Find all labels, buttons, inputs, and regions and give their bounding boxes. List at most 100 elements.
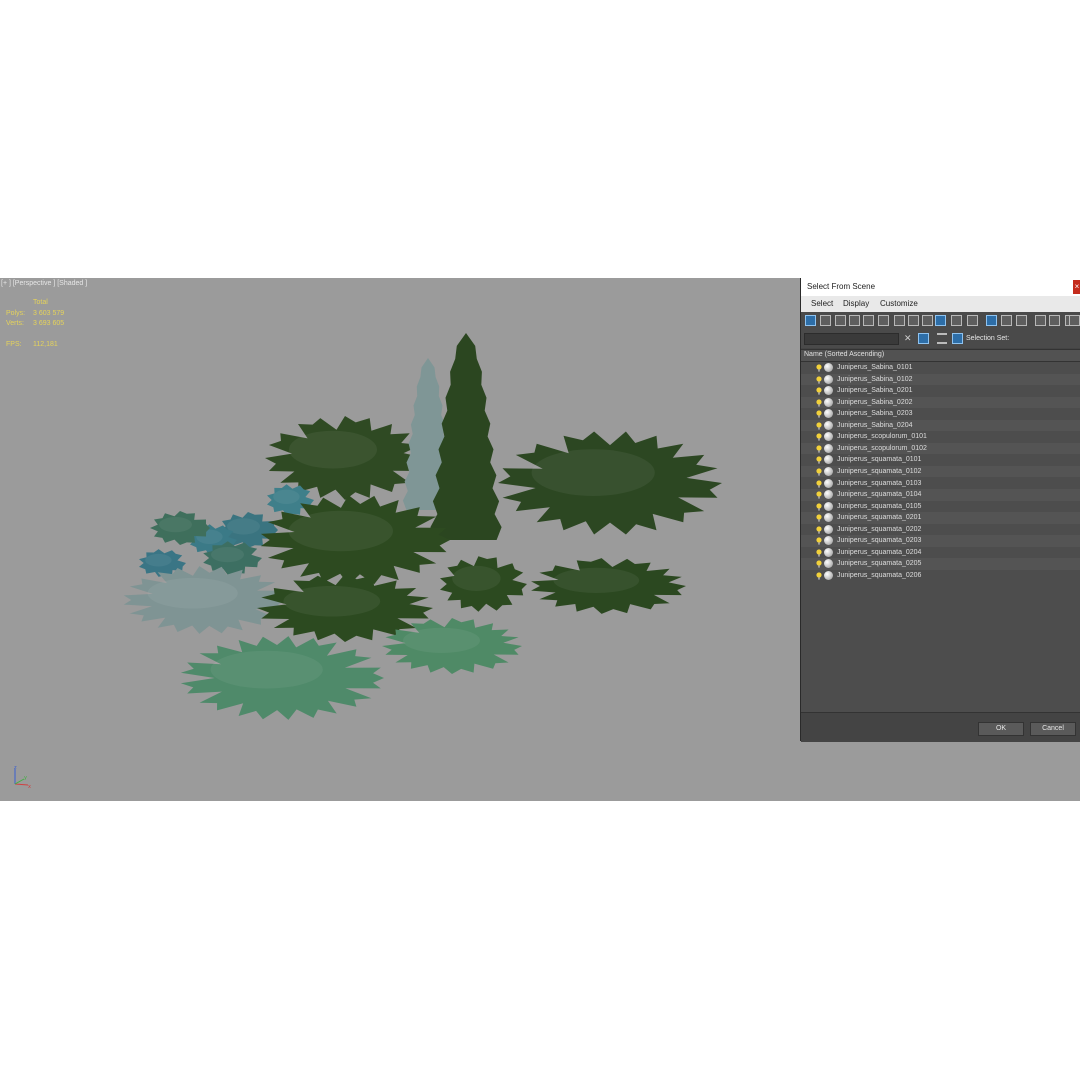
display-containers-icon[interactable] (935, 315, 946, 326)
display-cameras-icon[interactable] (849, 315, 860, 326)
display-all-icon[interactable] (986, 315, 997, 326)
layers-icon[interactable] (937, 333, 947, 344)
light-bulb-icon[interactable] (816, 422, 822, 430)
stats-header: Total (33, 299, 48, 306)
list-item[interactable]: Juniperus_squamata_0202 (801, 524, 1080, 536)
list-item-label: Juniperus_scopulorum_0102 (837, 444, 927, 452)
list-item[interactable]: Juniperus_squamata_0103 (801, 478, 1080, 490)
list-item-label: Juniperus_Sabina_0201 (837, 387, 913, 395)
list-item[interactable]: Juniperus_squamata_0105 (801, 501, 1080, 513)
light-bulb-icon[interactable] (816, 468, 822, 476)
menu-select[interactable]: Select (811, 299, 833, 308)
object-icon (824, 513, 833, 523)
light-bulb-icon[interactable] (816, 433, 822, 441)
list-item[interactable]: Juniperus_squamata_0104 (801, 489, 1080, 501)
display-helpers-icon[interactable] (863, 315, 874, 326)
list-item-label: Juniperus_squamata_0204 (837, 548, 922, 556)
list-item[interactable]: Juniperus_squamata_0203 (801, 535, 1080, 547)
display-frozen-icon[interactable] (951, 315, 962, 326)
axis-y-label: y (24, 775, 27, 781)
fps-value: 112,181 (33, 340, 58, 348)
object-icon (824, 409, 833, 419)
list-item[interactable]: Juniperus_Sabina_0203 (801, 408, 1080, 420)
display-spacewarps-icon[interactable] (878, 315, 889, 326)
axis-gizmo-icon: z x y (14, 765, 31, 790)
dialog-title: Select From Scene (807, 282, 876, 291)
display-hidden-icon[interactable] (967, 315, 978, 326)
light-bulb-icon[interactable] (816, 410, 822, 418)
light-bulb-icon[interactable] (816, 502, 822, 511)
display-shapes-icon[interactable] (820, 315, 831, 326)
search-input[interactable] (804, 333, 899, 345)
stats-overlay: Total Polys: 3 603 579 Verts: 3 693 605 FP… (6, 299, 96, 351)
light-bulb-icon[interactable] (816, 537, 822, 545)
list-item-label: Juniperus_Sabina_0204 (837, 421, 913, 429)
selection-set-icon[interactable] (952, 333, 963, 344)
ok-button[interactable]: OK (978, 722, 1024, 736)
list-item[interactable]: Juniperus_scopulorum_0101 (801, 431, 1080, 443)
light-bulb-icon[interactable] (816, 445, 822, 453)
viewport[interactable]: [+ ] [Perspective ] [Shaded ] Total Poly… (0, 278, 1080, 801)
cancel-button[interactable]: Cancel (1030, 722, 1076, 736)
list-item[interactable]: Juniperus_squamata_0204 (801, 547, 1080, 559)
display-geometry-icon[interactable] (805, 315, 816, 326)
menu-customize[interactable]: Customize (880, 299, 918, 308)
polys-value: 3 603 579 (33, 309, 65, 317)
list-item[interactable]: Juniperus_squamata_0205 (801, 558, 1080, 570)
display-xrefs-icon[interactable] (908, 315, 919, 326)
viewport-label[interactable]: [+ ] [Perspective ] [Shaded ] (1, 280, 87, 287)
display-children-icon[interactable] (1035, 315, 1046, 326)
light-bulb-icon[interactable] (816, 560, 822, 568)
list-item[interactable]: Juniperus_Sabina_0204 (801, 419, 1080, 432)
display-lights-icon[interactable] (835, 315, 846, 326)
list-item[interactable]: Juniperus_Sabina_0102 (801, 373, 1080, 386)
shrub-sabina-light-front-left (180, 636, 384, 720)
display-none-icon[interactable] (1001, 315, 1012, 326)
list-item[interactable]: Juniperus_squamata_0201 (801, 512, 1080, 524)
selection-set-label: Selection Set: (966, 335, 1010, 342)
object-icon (824, 547, 833, 557)
light-bulb-icon[interactable] (816, 456, 822, 464)
search-row: ✕ Selection Set: (801, 330, 1080, 348)
light-bulb-icon[interactable] (816, 399, 822, 407)
list-item-label: Juniperus_squamata_0101 (837, 456, 922, 464)
filter-icon[interactable] (1049, 315, 1060, 326)
light-bulb-icon[interactable] (816, 572, 822, 580)
scene-object-list[interactable]: Juniperus_Sabina_0101 Juniperus_Sabina_01… (801, 362, 1080, 712)
list-item-label: Juniperus_squamata_0105 (837, 502, 922, 510)
display-invert-icon[interactable] (1016, 315, 1027, 326)
list-item[interactable]: Juniperus_squamata_0101 (801, 454, 1080, 466)
list-item[interactable]: Juniperus_Sabina_0202 (801, 396, 1080, 409)
close-button[interactable]: × (1073, 280, 1080, 294)
list-item[interactable]: Juniperus_squamata_0206 (801, 570, 1080, 582)
columns-icon[interactable] (1069, 315, 1080, 326)
object-icon (824, 524, 833, 534)
list-item-label: Juniperus_Sabina_0101 (837, 364, 913, 371)
light-bulb-icon[interactable] (816, 479, 822, 488)
list-item[interactable]: Juniperus_Sabina_0101 (801, 362, 1080, 374)
light-bulb-icon[interactable] (816, 526, 822, 534)
list-item[interactable]: Juniperus_Sabina_0201 (801, 385, 1080, 397)
list-item-label: Juniperus_squamata_0206 (837, 571, 922, 579)
object-icon (824, 501, 833, 511)
light-bulb-icon[interactable] (816, 514, 822, 522)
axis-x-label: x (28, 784, 31, 790)
list-item-label: Juniperus_squamata_0103 (837, 479, 922, 487)
object-icon (824, 397, 833, 407)
list-item[interactable]: Juniperus_scopulorum_0102 (801, 442, 1080, 455)
dialog-footer: OK Cancel (801, 712, 1080, 742)
light-bulb-icon[interactable] (816, 491, 822, 499)
display-bones-icon[interactable] (922, 315, 933, 326)
light-bulb-icon[interactable] (816, 375, 822, 384)
light-bulb-icon[interactable] (816, 387, 822, 395)
case-sensitive-icon[interactable] (918, 333, 929, 344)
display-groups-icon[interactable] (894, 315, 905, 326)
light-bulb-icon[interactable] (816, 549, 822, 557)
name-column-header[interactable]: Name (Sorted Ascending) (801, 349, 1080, 362)
dialog-title-bar[interactable]: Select From Scene × (801, 278, 1080, 296)
clear-search-icon[interactable]: ✕ (904, 333, 912, 344)
object-icon (824, 386, 833, 396)
menu-display[interactable]: Display (843, 299, 869, 308)
list-item[interactable]: Juniperus_squamata_0102 (801, 465, 1080, 478)
light-bulb-icon[interactable] (816, 364, 822, 372)
